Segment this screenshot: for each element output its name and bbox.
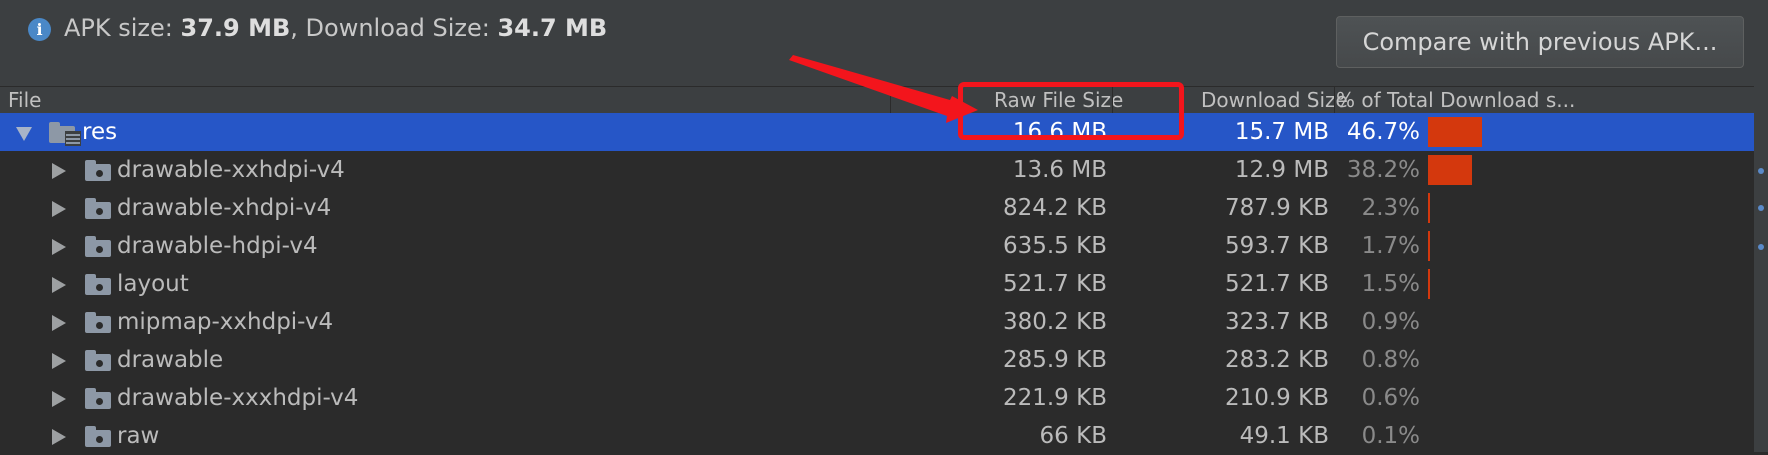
annotation-arrow xyxy=(789,55,978,123)
